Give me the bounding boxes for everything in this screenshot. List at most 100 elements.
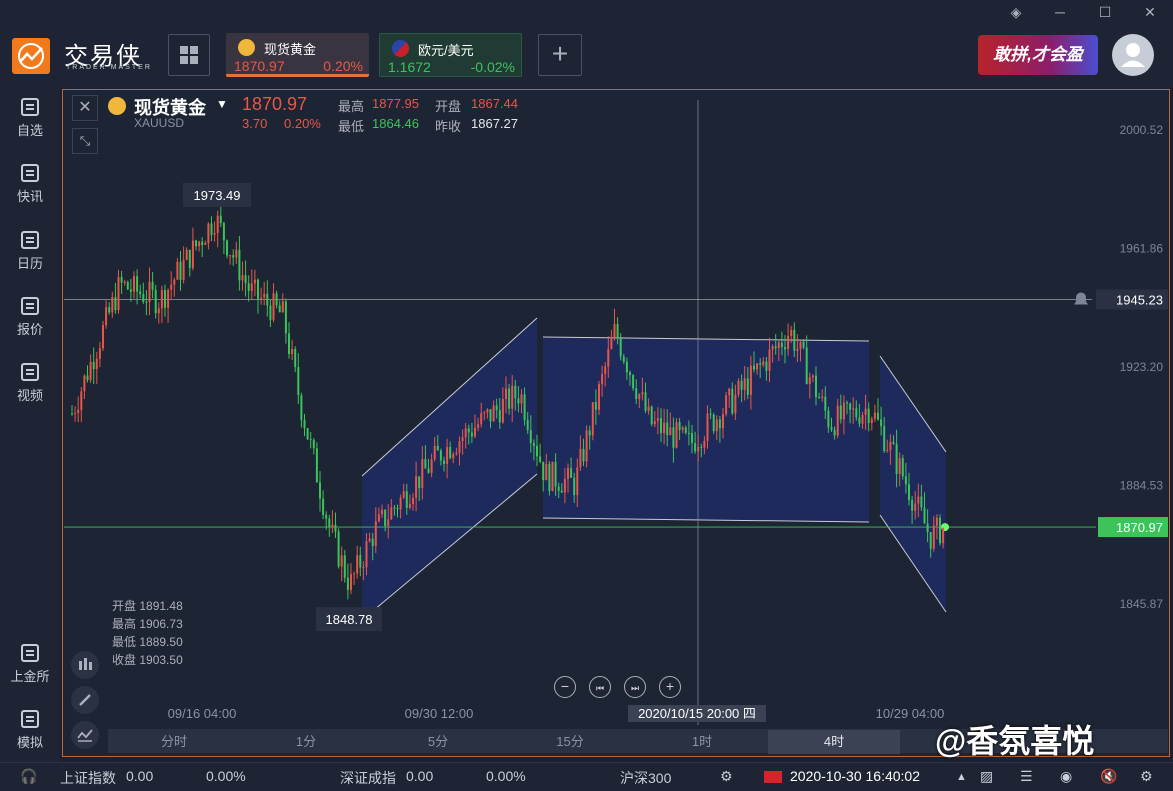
candle-body: [768, 349, 771, 371]
candle-body: [880, 419, 883, 427]
candle-body: [904, 476, 907, 485]
y-tick-label: 1923.20: [1120, 360, 1164, 374]
candle-body: [697, 446, 700, 452]
candle-body: [300, 395, 303, 421]
candle-body: [263, 293, 266, 298]
candle-body: [216, 215, 219, 234]
candle-body: [247, 283, 250, 291]
candle-body: [607, 348, 610, 367]
candle-body: [334, 524, 337, 532]
candle-body: [523, 394, 526, 420]
timeframe-2[interactable]: 5分: [372, 730, 504, 754]
candle-body: [455, 452, 458, 455]
indicator-button[interactable]: [71, 721, 99, 749]
sz-index-label: 深证成指: [340, 770, 396, 786]
candle-body: [926, 523, 929, 533]
candle-body: [387, 519, 390, 526]
skip-back-icon: ⏮: [595, 683, 605, 693]
candle-body: [210, 223, 213, 235]
candle-body: [892, 441, 895, 444]
timeframe-3[interactable]: 15分: [504, 730, 636, 754]
candle-body: [381, 509, 383, 515]
candle-body: [914, 503, 917, 511]
candle-body: [895, 443, 898, 474]
close-chart-icon[interactable]: ✕: [72, 95, 98, 121]
candle-body: [942, 527, 945, 544]
chevron-down-icon[interactable]: ▼: [216, 97, 228, 111]
candle-body: [408, 504, 411, 508]
candle-body: [709, 413, 712, 415]
zoom-out-button[interactable]: −: [554, 676, 576, 698]
jump-start-button[interactable]: ⏮: [589, 676, 611, 698]
candle-body: [846, 402, 848, 404]
mute-icon[interactable]: 🔇: [1100, 768, 1117, 785]
low-value: 1864.46: [372, 116, 419, 131]
tooltip-low: 1889.50: [139, 635, 183, 649]
candle-body: [201, 241, 204, 245]
timeframe-4[interactable]: 1时: [636, 730, 768, 754]
candle-body: [133, 276, 135, 292]
candle-body: [929, 532, 932, 549]
menu-icon[interactable]: ☰: [1020, 768, 1033, 785]
candle-body: [470, 432, 473, 437]
candle-body: [563, 479, 566, 493]
candle-body: [232, 255, 235, 258]
candle-body: [362, 567, 365, 569]
candle-body: [545, 463, 548, 481]
draw-tool-button[interactable]: [71, 686, 99, 714]
candle-body: [663, 422, 666, 434]
candle-body: [250, 283, 253, 291]
indicator-icon: [77, 729, 93, 742]
tooltip-close-label: 收盘: [112, 653, 137, 667]
candle-type-button[interactable]: [71, 651, 99, 679]
candle-body: [86, 375, 89, 381]
high-label: 最高: [338, 99, 365, 114]
caret-up-icon[interactable]: ▲: [956, 771, 967, 783]
watermark: @香氛喜悦: [935, 723, 1095, 759]
candle-body: [678, 422, 681, 430]
candle-body: [591, 402, 594, 436]
zoom-in-button[interactable]: +: [659, 676, 681, 698]
gear-icon[interactable]: ⚙: [1140, 768, 1153, 785]
candle-body: [691, 433, 693, 444]
candle-body: [588, 430, 591, 436]
settings-small-icon[interactable]: ⚙: [720, 768, 733, 785]
candle-body: [337, 531, 340, 567]
candle-body: [625, 361, 628, 373]
timeframe-0[interactable]: 分时: [108, 730, 240, 754]
headset-icon[interactable]: 🎧: [20, 768, 37, 785]
candle-body: [836, 405, 839, 436]
candle-body: [731, 388, 734, 414]
candle-body: [257, 279, 259, 299]
tooltip-high: 1906.73: [139, 617, 183, 631]
timeframe-1[interactable]: 1分: [240, 730, 372, 754]
candle-body: [501, 399, 504, 423]
candle-body: [920, 496, 923, 508]
candle-body: [532, 443, 535, 446]
collapse-icon[interactable]: ⤡: [72, 128, 98, 154]
candle-body: [105, 307, 108, 326]
chart-off-icon[interactable]: ▨: [980, 768, 993, 785]
candle-body: [622, 356, 625, 362]
candle-body: [151, 281, 154, 290]
candle-body: [802, 341, 805, 348]
candle-body: [660, 418, 662, 434]
candle-body: [672, 427, 675, 448]
candle-body: [446, 446, 449, 464]
candle-body: [359, 555, 362, 568]
timeframe-5[interactable]: 4时: [768, 730, 900, 754]
candle-body: [796, 348, 799, 351]
candles-icon: [79, 658, 92, 670]
candle-body: [83, 375, 86, 392]
candle-body: [176, 261, 179, 280]
jump-end-button[interactable]: ⏭: [624, 676, 646, 698]
candle-body: [350, 574, 352, 590]
candle-body: [111, 297, 114, 313]
candle-body: [467, 428, 470, 433]
pencil-icon: [79, 694, 91, 706]
candle-body: [756, 363, 759, 370]
candle-body: [805, 347, 808, 385]
camera-icon[interactable]: ◉: [1060, 768, 1072, 785]
candle-body: [322, 498, 325, 515]
candle-body: [604, 366, 607, 374]
